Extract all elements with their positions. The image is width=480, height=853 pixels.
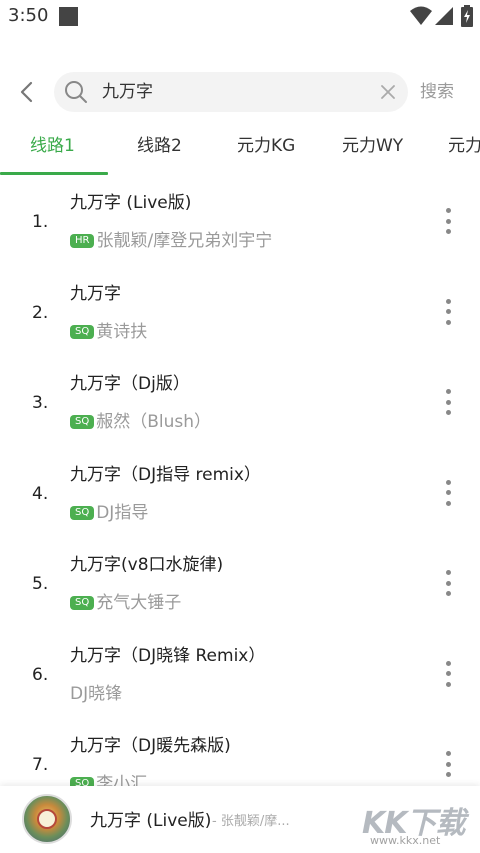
song-row[interactable]: 5. 九万字(v8口水旋律) SQ 充气大锤子: [0, 538, 480, 629]
song-meta: SQ 赧然（Blush）: [70, 411, 211, 433]
more-dot-icon: [445, 761, 451, 767]
song-title: 九万字（Dj版）: [70, 374, 190, 394]
more-dot-icon: [445, 410, 451, 415]
album-cover[interactable]: [22, 794, 72, 844]
song-artist: DJ指导: [96, 502, 149, 523]
song-artist: 张靓颖/摩登兄弟刘宇宁: [96, 231, 273, 251]
more-options-button[interactable]: [438, 478, 458, 508]
more-dot-icon: [445, 591, 451, 596]
song-row[interactable]: 6. 九万字（DJ晓锋 Remix） DJ晓锋: [0, 629, 480, 720]
more-dot-icon: [445, 309, 451, 314]
song-index: 5.: [32, 574, 49, 594]
quality-badge: SQ: [70, 324, 95, 339]
song-meta: SQ DJ指导: [70, 502, 148, 524]
more-dot-icon: [445, 319, 451, 325]
song-title: 九万字（DJ暖先森版): [70, 736, 231, 756]
song-title: 九万字（DJ指导 remix）: [70, 464, 261, 485]
more-options-button[interactable]: [438, 297, 458, 327]
more-options-button[interactable]: [438, 206, 458, 236]
tab-yuanli[interactable]: 元力: [448, 134, 480, 158]
song-list: 1. 九万字 (Live版) HR 张靓颖/摩登兄弟刘宇宁 2. 九万字 SQ …: [0, 176, 480, 786]
more-options-button[interactable]: [438, 387, 458, 417]
song-artist: 李小汇: [96, 774, 148, 786]
song-index: 6.: [32, 664, 49, 685]
tab-indicator: [0, 172, 108, 175]
more-dot-icon: [445, 660, 451, 666]
song-artist: 充气大锤子: [96, 593, 182, 613]
song-row[interactable]: 2. 九万字 SQ 黄诗扶: [0, 267, 480, 358]
source-tabs: 线路1 线路2 元力KG 元力WY 元力: [0, 124, 480, 176]
song-row[interactable]: 4. 九万字（DJ指导 remix） SQ DJ指导: [0, 448, 480, 539]
quality-badge: SQ: [70, 415, 95, 429]
watermark-logo: KK下载 www.kkx.net: [362, 796, 480, 848]
more-dot-icon: [445, 671, 451, 676]
more-dot-icon: [445, 772, 451, 777]
back-button[interactable]: [12, 78, 40, 106]
wifi-icon: [410, 6, 432, 25]
more-dot-icon: [445, 479, 451, 485]
song-title: 九万字(v8口水旋律): [70, 555, 224, 575]
song-index: 3.: [32, 393, 49, 413]
clear-icon[interactable]: [378, 82, 398, 102]
search-input[interactable]: 九万字: [54, 72, 408, 112]
now-playing-bar[interactable]: 九万字 (Live版) - 张靓颖/摩... KK下载 www.kkx.net: [0, 786, 480, 853]
song-row[interactable]: 7. 九万字（DJ暖先森版) SQ 李小汇: [0, 719, 480, 786]
notification-icon: [59, 7, 78, 26]
song-index: 4.: [32, 483, 49, 504]
song-meta: SQ 充气大锤子: [70, 592, 181, 614]
song-title: 九万字 (Live版): [70, 193, 192, 213]
more-dot-icon: [445, 399, 451, 405]
quality-badge: SQ: [70, 596, 95, 610]
song-meta: HR 张靓颖/摩登兄弟刘宇宁: [70, 230, 272, 252]
song-row[interactable]: 3. 九万字（Dj版） SQ 赧然（Blush）: [0, 357, 480, 448]
quality-badge: HR: [70, 234, 95, 248]
status-bar: 3:50: [0, 0, 480, 34]
more-options-button[interactable]: [438, 749, 458, 779]
song-artist: 赧然（Blush）: [96, 412, 212, 432]
song-row[interactable]: 1. 九万字 (Live版) HR 张靓颖/摩登兄弟刘宇宁: [0, 176, 480, 267]
status-time: 3:50: [8, 5, 49, 26]
more-dot-icon: [445, 570, 451, 575]
song-index: 7.: [32, 755, 49, 775]
song-index: 1.: [32, 212, 49, 232]
song-meta: SQ 李小汇: [70, 773, 147, 786]
more-options-button[interactable]: [438, 659, 458, 689]
disc-center-icon: [37, 809, 57, 829]
search-icon: [65, 81, 87, 103]
signal-icon: [435, 7, 453, 25]
now-playing-artist: - 张靓颖/摩...: [212, 814, 290, 829]
more-dot-icon: [445, 208, 451, 213]
watermark-url: www.kkx.net: [370, 834, 441, 847]
more-dot-icon: [445, 389, 451, 394]
song-artist: 黄诗扶: [96, 321, 148, 342]
more-dot-icon: [445, 490, 451, 495]
tab-yuanli-wy[interactable]: 元力WY: [342, 134, 403, 158]
song-artist: DJ晓锋: [70, 683, 123, 704]
more-dot-icon: [445, 229, 451, 234]
quality-badge: SQ: [70, 505, 95, 520]
more-dot-icon: [445, 580, 451, 586]
tab-route-1[interactable]: 线路1: [30, 134, 75, 158]
search-button[interactable]: 搜索: [420, 80, 454, 104]
battery-icon: [461, 5, 473, 27]
chevron-left-icon: [20, 81, 33, 103]
now-playing-title: 九万字 (Live版): [90, 811, 212, 831]
song-meta: SQ 黄诗扶: [70, 321, 147, 343]
song-meta: DJ晓锋: [70, 683, 122, 705]
search-query[interactable]: 九万字: [102, 80, 153, 104]
more-dot-icon: [445, 751, 451, 756]
more-options-button[interactable]: [438, 568, 458, 598]
tab-yuanli-kg[interactable]: 元力KG: [237, 134, 295, 158]
quality-badge: SQ: [70, 777, 95, 786]
more-dot-icon: [445, 681, 451, 687]
song-title: 九万字: [70, 283, 121, 304]
more-dot-icon: [445, 298, 451, 304]
more-dot-icon: [445, 218, 451, 224]
song-index: 2.: [32, 302, 49, 323]
tab-route-2[interactable]: 线路2: [137, 134, 182, 158]
more-dot-icon: [445, 500, 451, 506]
song-title: 九万字（DJ晓锋 Remix）: [70, 645, 266, 666]
